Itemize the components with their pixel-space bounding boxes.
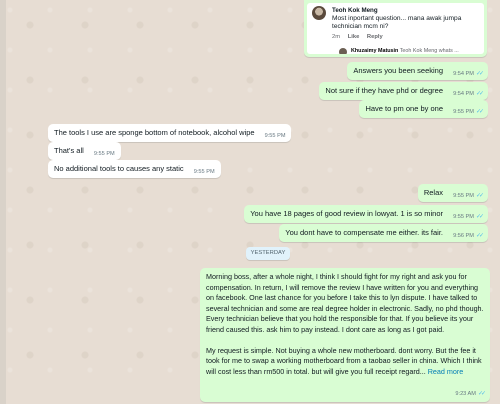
avatar	[312, 6, 326, 20]
read-more-link[interactable]: Read more	[428, 367, 464, 376]
comment-actions: 2m Like Reply	[332, 34, 389, 40]
message-bubble[interactable]: Morning boss, after a whole night, I thi…	[200, 268, 490, 402]
message-bubble[interactable]: You have 18 pages of good review in lowy…	[244, 205, 488, 223]
read-ticks-icon: ✓✓	[475, 109, 484, 115]
date-divider: YESTERDAY	[246, 247, 290, 260]
reply-author: Khuzaimy Matusin	[351, 48, 399, 54]
message-time: 9:23 AM ✓✓	[455, 389, 486, 400]
message-paragraph: Morning boss, after a whole night, I thi…	[206, 272, 484, 334]
message-text: Not sure if they have phd or degree	[325, 86, 443, 95]
message-bubble[interactable]: Answers you been seeking 9:54 PM ✓✓	[347, 62, 488, 80]
comment-author: Teoh Kok Meng	[332, 7, 378, 14]
reply-action: Reply	[366, 34, 383, 40]
message-text: Have to pm one by one	[365, 104, 443, 113]
message-bubble[interactable]: You dont have to compensate me either. i…	[279, 224, 488, 242]
reply-text: Teoh Kok Meng whats ...	[399, 48, 459, 54]
comment-age: 2m	[332, 34, 341, 40]
message-bubble[interactable]: No additional tools to causes any static…	[48, 160, 221, 178]
comment-body: Most inportant question... mana awak jum…	[332, 15, 462, 31]
message-time: 9:55 PM	[93, 151, 115, 157]
message-text: That's all	[54, 146, 84, 155]
reply-preview: Khuzaimy Matusin Teoh Kok Meng whats ...	[351, 48, 459, 54]
message-bubble[interactable]: That's all 9:55 PM	[48, 142, 121, 160]
read-ticks-icon: ✓✓	[475, 214, 484, 220]
message-time: 9:55 PM ✓✓	[453, 109, 484, 115]
reply-avatar	[339, 48, 347, 54]
read-ticks-icon: ✓✓	[477, 390, 486, 397]
message-time: 9:55 PM ✓✓	[453, 214, 484, 220]
comment-screenshot: Teoh Kok Meng Most inportant question...…	[307, 3, 484, 54]
message-text: Relax	[423, 188, 443, 197]
read-ticks-icon: ✓✓	[475, 233, 484, 239]
message-text: You have 18 pages of good review in lowy…	[250, 209, 443, 218]
message-paragraph: My request is simple. Not buying a whole…	[206, 345, 482, 376]
image-message[interactable]: Teoh Kok Meng Most inportant question...…	[304, 0, 487, 57]
message-bubble[interactable]: Not sure if they have phd or degree 9:54…	[319, 82, 488, 100]
message-time: 9:55 PM	[193, 169, 215, 175]
like-action: Like	[347, 34, 360, 40]
message-time: 9:54 PM ✓✓	[453, 71, 484, 77]
message-text: The tools I use are sponge bottom of not…	[54, 128, 255, 137]
message-bubble[interactable]: Relax 9:55 PM ✓✓	[417, 184, 488, 202]
message-time: 9:55 PM	[264, 133, 286, 139]
message-text: No additional tools to causes any static	[54, 164, 184, 173]
message-time: 9:56 PM ✓✓	[453, 233, 484, 239]
message-bubble[interactable]: The tools I use are sponge bottom of not…	[48, 124, 292, 142]
message-time: 9:54 PM ✓✓	[453, 91, 484, 97]
read-ticks-icon: ✓✓	[475, 71, 484, 77]
message-text: You dont have to compensate me either. i…	[285, 228, 443, 237]
message-time: 9:55 PM ✓✓	[453, 193, 484, 199]
message-bubble[interactable]: Have to pm one by one 9:55 PM ✓✓	[359, 100, 488, 118]
message-text: Answers you been seeking	[353, 66, 443, 75]
read-ticks-icon: ✓✓	[475, 91, 484, 97]
read-ticks-icon: ✓✓	[475, 193, 484, 199]
left-panel-edge	[0, 0, 6, 404]
